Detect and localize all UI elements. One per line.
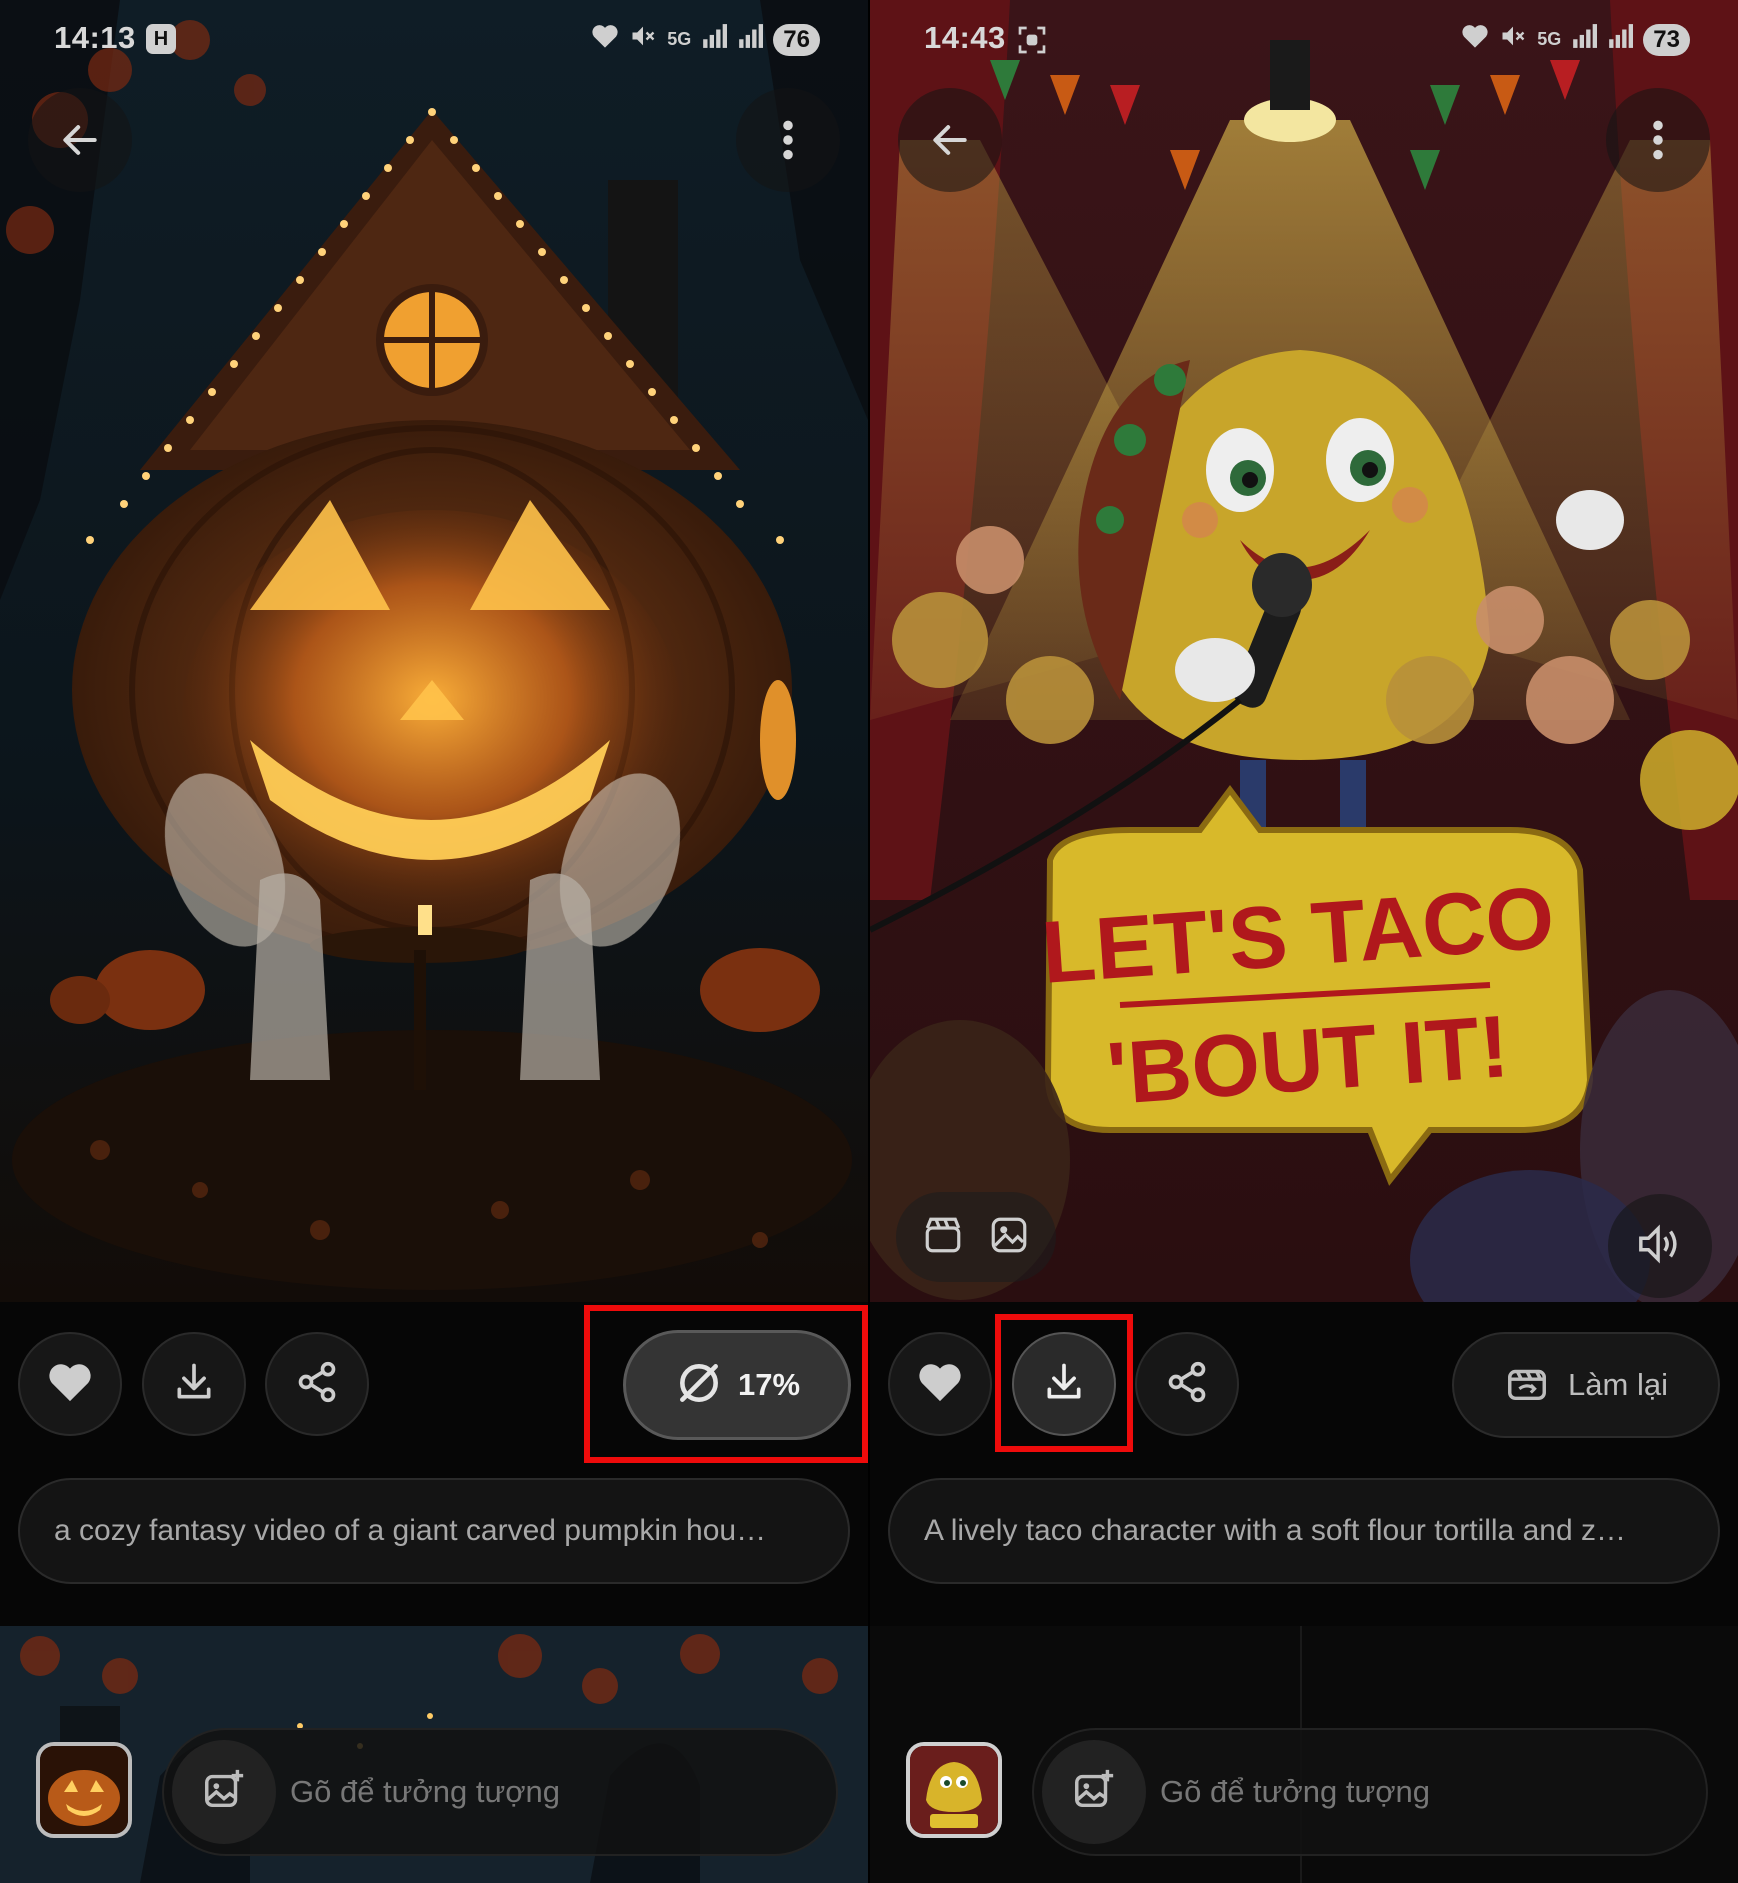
more-vertical-icon	[782, 118, 794, 162]
left-screen: 14:13 H 5G 76 17% a cozy fantasy video o…	[0, 0, 868, 1883]
share-button[interactable]	[1135, 1332, 1239, 1436]
5g-icon: 5G	[1537, 29, 1562, 49]
share-icon	[295, 1360, 339, 1409]
sound-toggle-button[interactable]	[1608, 1194, 1712, 1298]
taco-thumbnail-image	[910, 1746, 998, 1834]
image-plus-icon	[201, 1767, 247, 1818]
heart-icon	[917, 1361, 963, 1408]
status-icons: 5G 73	[1461, 22, 1690, 57]
more-menu-button[interactable]	[1606, 88, 1710, 192]
heart-icon	[1461, 23, 1489, 56]
battery-indicator: 76	[773, 23, 820, 56]
redo-label: Làm lại	[1568, 1367, 1668, 1402]
arrow-left-icon	[58, 118, 102, 162]
screenshot-icon	[1016, 24, 1048, 61]
carrier-badge-icon: H	[146, 24, 176, 54]
share-button[interactable]	[265, 1332, 369, 1436]
compose-placeholder[interactable]: Gõ để tưởng tượng	[1160, 1774, 1430, 1810]
signal-icon	[1571, 24, 1598, 55]
arrow-left-icon	[928, 118, 972, 162]
volume-icon	[1634, 1221, 1686, 1272]
like-button[interactable]	[18, 1332, 122, 1436]
taco-stage-illustration: LET'S TACO 'BOUT IT!	[870, 0, 1738, 1302]
status-time: 14:43	[924, 20, 1006, 55]
image-plus-icon	[1071, 1767, 1117, 1818]
redo-button[interactable]: Làm lại	[1452, 1332, 1720, 1438]
compose-placeholder[interactable]: Gõ để tưởng tượng	[290, 1774, 560, 1810]
more-vertical-icon	[1652, 118, 1664, 162]
video-preview-pumpkin-house[interactable]	[0, 0, 868, 1302]
like-button[interactable]	[888, 1332, 992, 1436]
right-screen: LET'S TACO 'BOUT IT! 14:43 5G 73 Làm lại…	[870, 0, 1738, 1883]
reference-image-thumbnail[interactable]	[36, 1742, 132, 1838]
back-button[interactable]	[28, 88, 132, 192]
compose-bar: Gõ để tưởng tượng	[162, 1728, 838, 1856]
signal-icon	[701, 24, 728, 55]
signal-icon	[1607, 24, 1634, 55]
status-time: 14:13	[54, 20, 136, 55]
5g-icon: 5G	[667, 29, 692, 49]
pumpkin-house-illustration	[0, 0, 868, 1302]
add-image-button[interactable]	[1042, 1740, 1146, 1844]
highlight-box	[584, 1305, 868, 1463]
prompt-text: A lively taco character with a soft flou…	[924, 1514, 1626, 1547]
video-preview-taco-character[interactable]: LET'S TACO 'BOUT IT!	[870, 0, 1738, 1302]
share-icon	[1165, 1360, 1209, 1409]
video-clapper-icon[interactable]	[922, 1214, 964, 1261]
highlight-box	[995, 1314, 1133, 1452]
reference-image-thumbnail[interactable]	[906, 1742, 1002, 1838]
back-button[interactable]	[898, 88, 1002, 192]
download-icon	[172, 1360, 216, 1409]
signal-icon	[737, 24, 764, 55]
status-bar: 14:13 H 5G 76	[0, 0, 868, 80]
image-icon[interactable]	[988, 1214, 1030, 1261]
status-bar: 14:43 5G 73	[870, 0, 1738, 80]
more-menu-button[interactable]	[736, 88, 840, 192]
heart-icon	[47, 1361, 93, 1408]
status-icons: 5G 76	[591, 22, 820, 57]
redo-video-icon	[1504, 1360, 1550, 1411]
compose-bar: Gõ để tưởng tượng	[1032, 1728, 1708, 1856]
prompt-text: a cozy fantasy video of a giant carved p…	[54, 1514, 767, 1547]
mute-icon	[1499, 22, 1527, 57]
heart-icon	[591, 23, 619, 56]
prompt-text-field[interactable]: A lively taco character with a soft flou…	[888, 1478, 1720, 1584]
battery-indicator: 73	[1643, 23, 1690, 56]
add-image-button[interactable]	[172, 1740, 276, 1844]
pumpkin-thumbnail-image	[40, 1746, 128, 1834]
mute-icon	[629, 22, 657, 57]
prompt-text-field[interactable]: a cozy fantasy video of a giant carved p…	[18, 1478, 850, 1584]
download-button[interactable]	[142, 1332, 246, 1436]
media-type-toggle	[896, 1192, 1056, 1282]
